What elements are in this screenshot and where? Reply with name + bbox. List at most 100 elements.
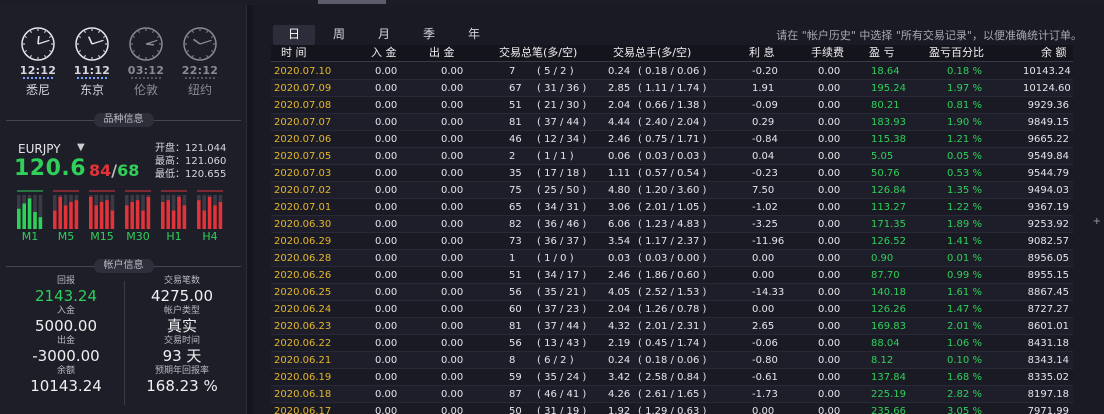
table-row[interactable]: 2020.07.05 0.00 0.00 2 ( 1 / 1 ) 0.06 ( 0.03 /…: [271, 148, 1073, 165]
table-row[interactable]: 2020.06.25 0.00 0.00 56 ( 35 / 21 ) 4.05 ( 2.5…: [271, 284, 1073, 301]
cell-profit-pct: 1.61 %: [947, 287, 982, 298]
symbol-selector[interactable]: EURJPY: [18, 142, 61, 156]
cell-lots-split: ( 2.40 / 2.04 ): [638, 117, 707, 128]
timeframe-m1[interactable]: M1: [15, 230, 45, 243]
account-stat: 出金 -3000.00: [10, 336, 122, 366]
table-row[interactable]: 2020.07.01 0.00 0.00 65 ( 34 / 31 ) 3.06 ( 2.0…: [271, 199, 1073, 216]
cell-lots: 3.42: [608, 372, 631, 383]
timeframe-h4[interactable]: H4: [195, 230, 225, 243]
cell-withdrawal: 0.00: [441, 406, 464, 414]
cell-withdrawal: 0.00: [441, 100, 464, 111]
cell-trade-split: ( 34 / 17 ): [537, 270, 587, 281]
cell-deposit: 0.00: [375, 117, 398, 128]
cell-date: 2020.07.10: [274, 66, 332, 77]
strength-bar: [130, 201, 134, 229]
cell-lots: 4.05: [608, 287, 631, 298]
tab-period-1[interactable]: 周: [318, 25, 360, 45]
account-stat-value: 93 天: [162, 347, 202, 365]
cell-balance: 8335.02: [1027, 372, 1069, 383]
cell-date: 2020.06.19: [274, 372, 332, 383]
strength-bar: [38, 217, 43, 229]
table-row[interactable]: 2020.06.24 0.00 0.00 60 ( 37 / 23 ) 2.04 ( 1.2…: [271, 301, 1073, 318]
column-header[interactable]: 交易总手(多/空): [613, 45, 691, 62]
strength-bar-bg: [33, 195, 37, 212]
tab-period-4[interactable]: 年: [453, 25, 495, 45]
column-header[interactable]: 时 间: [281, 45, 307, 62]
table-row[interactable]: 2020.07.02 0.00 0.00 75 ( 25 / 50 ) 4.80 ( 1.2…: [271, 182, 1073, 199]
account-stat-label: 入金: [56, 306, 75, 316]
tab-period-2[interactable]: 月: [363, 25, 405, 45]
column-header[interactable]: 手续费: [811, 45, 844, 62]
table-row[interactable]: 2020.07.08 0.00 0.00 51 ( 21 / 30 ) 2.04 ( 0.6…: [271, 97, 1073, 114]
cell-trade-count: 67: [509, 83, 522, 94]
table-row[interactable]: 2020.06.26 0.00 0.00 51 ( 34 / 17 ) 2.46 ( 1.8…: [271, 267, 1073, 284]
clock-dots: [77, 77, 107, 80]
table-row[interactable]: 2020.06.19 0.00 0.00 59 ( 35 / 24 ) 3.42 ( 2.5…: [271, 369, 1073, 386]
table-row[interactable]: 2020.06.18 0.00 0.00 87 ( 46 / 41 ) 4.26 ( 2.6…: [271, 386, 1073, 403]
cell-profit-pct: 1.41 %: [947, 236, 982, 247]
tab-period-3[interactable]: 季: [408, 25, 450, 45]
cell-trade-split: ( 35 / 21 ): [537, 287, 587, 298]
clock-time: 22:12: [181, 64, 219, 77]
strength-bar-bg: [22, 195, 26, 204]
account-stat: 余额 10143.24: [10, 366, 122, 396]
table-row[interactable]: 2020.06.23 0.00 0.00 81 ( 37 / 44 ) 4.32 ( 2.0…: [271, 318, 1073, 335]
timeframe-m30[interactable]: M30: [123, 230, 153, 243]
cell-trade-count: 35: [509, 168, 522, 179]
cell-trade-count: 51: [509, 270, 522, 281]
cell-interest: 2.65: [752, 321, 775, 332]
table-row[interactable]: 2020.06.29 0.00 0.00 73 ( 36 / 37 ) 3.54 ( 1.1…: [271, 233, 1073, 250]
cell-lots: 3.54: [608, 236, 631, 247]
cell-commission: 0.00: [818, 134, 841, 145]
table-row[interactable]: 2020.07.07 0.00 0.00 81 ( 37 / 44 ) 4.44 ( 2.4…: [271, 114, 1073, 131]
cell-lots: 4.80: [608, 185, 631, 196]
cell-lots: 2.04: [608, 304, 631, 315]
cell-date: 2020.07.03: [274, 168, 332, 179]
column-header[interactable]: 出 金: [429, 45, 455, 62]
column-header[interactable]: 盈 亏: [869, 45, 895, 62]
cell-interest: -0.80: [752, 355, 778, 366]
cell-trade-split: ( 34 / 31 ): [537, 202, 587, 213]
table-scrollbar[interactable]: [1081, 45, 1087, 414]
timeframe-h1[interactable]: H1: [159, 230, 189, 243]
cell-balance: 8955.15: [1027, 270, 1069, 281]
cell-trade-count: 2: [509, 151, 516, 162]
clock-time: 11:12: [73, 64, 111, 77]
timeframe-m5[interactable]: M5: [51, 230, 81, 243]
table-row[interactable]: 2020.06.17 0.00 0.00 50 ( 31 / 19 ) 1.92 ( 1.2…: [271, 403, 1073, 414]
table-row[interactable]: 2020.06.28 0.00 0.00 1 ( 1 / 0 ) 0.03 ( 0.03 /…: [271, 250, 1073, 267]
cell-lots-split: ( 0.57 / 0.54 ): [638, 168, 707, 179]
column-header[interactable]: 余 额: [1041, 45, 1067, 62]
cell-deposit: 0.00: [375, 236, 398, 247]
table-row[interactable]: 2020.07.09 0.00 0.00 67 ( 31 / 36 ) 2.85 ( 1.1…: [271, 80, 1073, 97]
cell-date: 2020.06.25: [274, 287, 332, 298]
tab-period-0[interactable]: 日: [273, 25, 315, 45]
cell-profit-pct: 1.68 %: [947, 372, 982, 383]
cell-date: 2020.06.21: [274, 355, 332, 366]
table-row[interactable]: 2020.07.06 0.00 0.00 46 ( 12 / 34 ) 2.46 ( 0.7…: [271, 131, 1073, 148]
table-row[interactable]: 2020.07.10 0.00 0.00 7 ( 5 / 2 ) 0.24 ( 0.18 /…: [271, 63, 1073, 80]
table-row[interactable]: 2020.07.03 0.00 0.00 35 ( 17 / 18 ) 1.11 ( 0.5…: [271, 165, 1073, 182]
chevron-down-icon[interactable]: ▼: [77, 142, 85, 153]
table-header: 时 间 入 金 出 金 交易总笔(多/空) 交易总手(多/空) 利 息 手续费 盈 亏 盈亏百分…: [271, 45, 1073, 62]
cell-lots: 0.03: [608, 253, 631, 264]
cell-trade-count: 7: [509, 66, 516, 77]
cell-withdrawal: 0.00: [441, 185, 464, 196]
table-row[interactable]: 2020.06.21 0.00 0.00 8 ( 6 / 2 ) 0.24 ( 0.18 /…: [271, 352, 1073, 369]
cell-date: 2020.07.05: [274, 151, 332, 162]
cell-balance: 9367.19: [1027, 202, 1069, 213]
column-header[interactable]: 交易总笔(多/空): [499, 45, 577, 62]
strength-bar-bg: [213, 195, 217, 206]
timeframe-m15[interactable]: M15: [87, 230, 117, 243]
cell-lots: 0.06: [608, 151, 631, 162]
column-header[interactable]: 利 息: [749, 45, 775, 62]
cell-date: 2020.06.29: [274, 236, 332, 247]
table-row[interactable]: 2020.06.30 0.00 0.00 82 ( 36 / 46 ) 6.06 ( 1.2…: [271, 216, 1073, 233]
column-header[interactable]: 入 金: [371, 45, 397, 62]
strength-bar-bg: [177, 195, 181, 197]
column-header[interactable]: 盈亏百分比: [929, 45, 984, 62]
cell-withdrawal: 0.00: [441, 287, 464, 298]
account-stat: 预期年回报率 168.23 %: [126, 366, 238, 396]
cell-trade-count: 8: [509, 355, 516, 366]
table-row[interactable]: 2020.06.22 0.00 0.00 56 ( 13 / 43 ) 2.19 ( 0.4…: [271, 335, 1073, 352]
